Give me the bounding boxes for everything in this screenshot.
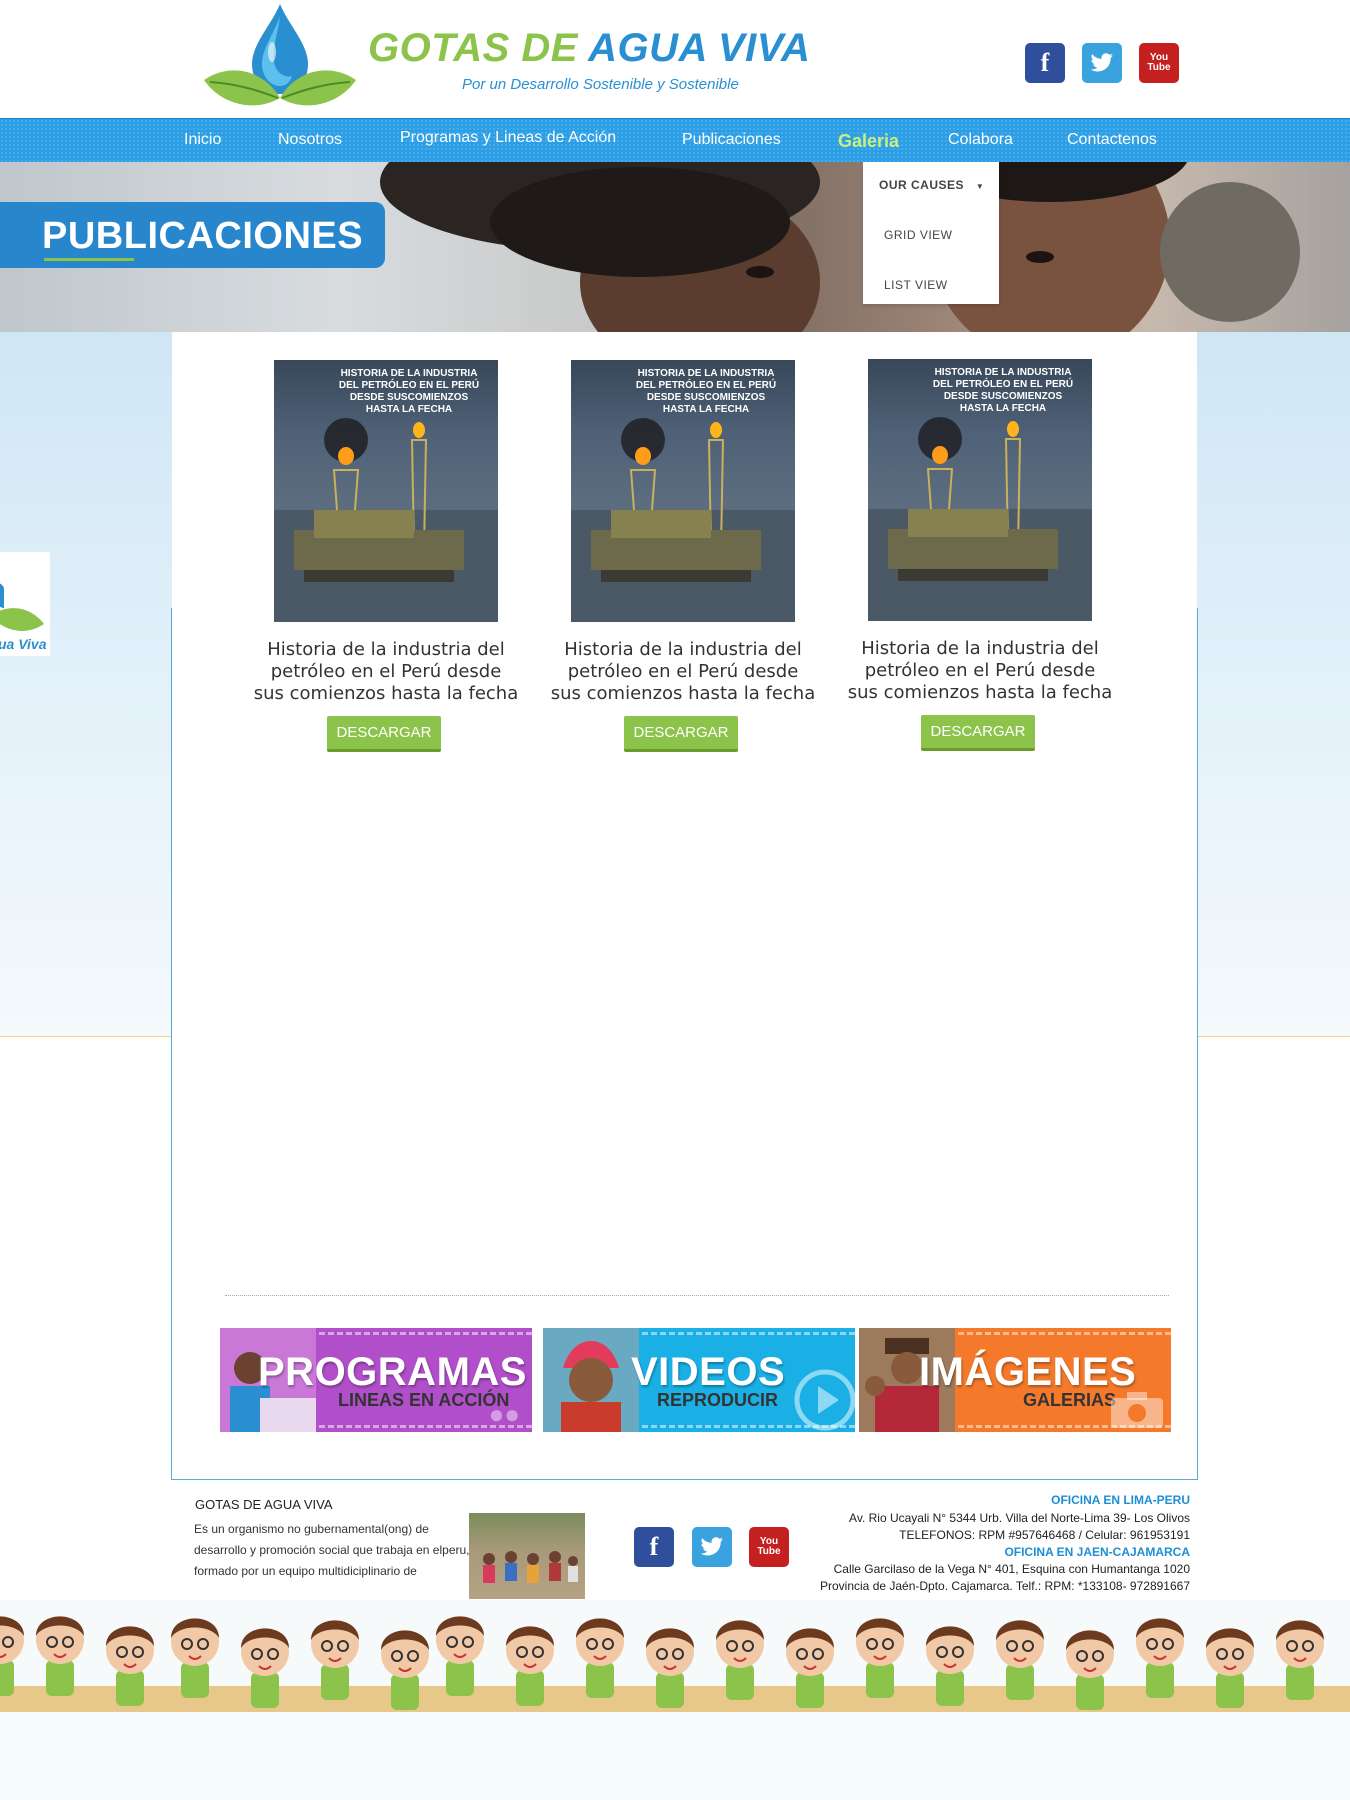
caret-down-icon: ▼ bbox=[975, 182, 985, 191]
site-tagline: Por un Desarrollo Sostenible y Sostenibl… bbox=[462, 76, 739, 93]
publication-title-line: sus comienzos hasta la fecha bbox=[847, 682, 1113, 703]
site-header: GOTAS DE AGUA VIVA Por un Desarrollo Sos… bbox=[0, 0, 1350, 118]
publication-title[interactable]: Historia de la industria del petróleo en… bbox=[543, 639, 823, 705]
publication-title[interactable]: Historia de la industria del petróleo en… bbox=[840, 638, 1120, 704]
publication-cover[interactable]: HISTORIA DE LA INDUSTRIA DEL PETRÓLEO EN… bbox=[571, 360, 795, 622]
office-jaen-phones: Provincia de Jaén-Dpto. Cajamarca. Telf.… bbox=[820, 1579, 1190, 1593]
download-button[interactable]: DESCARGAR bbox=[327, 716, 441, 752]
nav-colabora[interactable]: Colabora bbox=[948, 131, 1013, 149]
nav-contactenos[interactable]: Contactenos bbox=[1067, 131, 1157, 149]
footer-twitter-icon[interactable] bbox=[692, 1527, 732, 1567]
oil-platform-image bbox=[274, 418, 498, 622]
hero-banner: PUBLICACIONES bbox=[0, 162, 1350, 332]
youtube-line2: Tube bbox=[1147, 62, 1171, 73]
youtube-line2: Tube bbox=[757, 1546, 781, 1557]
banner-imagenes[interactable]: IMÁGENES GALERIAS bbox=[859, 1328, 1171, 1432]
people-icon: ●● bbox=[488, 1399, 520, 1429]
publication-title-line: petróleo en el Perú desde bbox=[567, 661, 799, 682]
dropdown-grid-view[interactable]: GRID VIEW bbox=[884, 228, 953, 242]
banner-programas-subtitle: LINEAS EN ACCIÓN bbox=[338, 1390, 510, 1410]
youtube-glyph: You Tube bbox=[1147, 53, 1170, 73]
side-logo-tab[interactable]: ua Viva bbox=[0, 552, 50, 656]
nav-nosotros[interactable]: Nosotros bbox=[278, 131, 342, 149]
water-drop-logo-icon[interactable] bbox=[200, 2, 360, 116]
banner-videos-subtitle: REPRODUCIR bbox=[657, 1390, 779, 1410]
site-title[interactable]: GOTAS DE AGUA VIVA bbox=[368, 26, 810, 71]
publication-title-line: sus comienzos hasta la fecha bbox=[253, 683, 519, 704]
twitter-icon[interactable] bbox=[1082, 43, 1122, 83]
youtube-icon[interactable]: You Tube bbox=[1139, 43, 1179, 83]
banner-photo-child bbox=[543, 1328, 639, 1432]
download-button[interactable]: DESCARGAR bbox=[624, 716, 738, 752]
banner-programas-title: PROGRAMAS bbox=[258, 1350, 527, 1394]
main-navigation: Inicio Nosotros Programas y Lineas de Ac… bbox=[0, 118, 1350, 162]
nav-inicio[interactable]: Inicio bbox=[184, 131, 221, 149]
publication-title-line: Historia de la industria del bbox=[861, 638, 1099, 659]
banner-imagenes-title: IMÁGENES bbox=[919, 1350, 1137, 1394]
site-title-part1: GOTAS DE bbox=[368, 26, 578, 70]
office-jaen-heading: OFICINA EN JAEN-CAJAMARCA bbox=[1004, 1545, 1190, 1559]
page-background-bottom bbox=[0, 1712, 1350, 1800]
galeria-dropdown-menu: OUR CAUSES ▼ GRID VIEW LIST VIEW bbox=[863, 162, 999, 304]
banner-programas[interactable]: PROGRAMAS LINEAS EN ACCIÓN ●● bbox=[220, 1328, 532, 1432]
title-underline bbox=[44, 258, 134, 261]
publication-title[interactable]: Historia de la industria del petróleo en… bbox=[246, 639, 526, 705]
nav-publicaciones[interactable]: Publicaciones bbox=[682, 131, 781, 149]
publication-cover[interactable]: HISTORIA DE LA INDUSTRIA DEL PETRÓLEO EN… bbox=[868, 359, 1092, 621]
publication-title-line: petróleo en el Perú desde bbox=[270, 661, 502, 682]
footer-photo-kids[interactable] bbox=[469, 1513, 585, 1599]
nav-programas[interactable]: Programas y Lineas de Acción bbox=[400, 129, 616, 147]
page-title: PUBLICACIONES bbox=[42, 215, 364, 257]
section-divider bbox=[225, 1295, 1169, 1296]
site-title-part2: AGUA VIVA bbox=[588, 26, 811, 70]
side-tab-text: ua Viva bbox=[0, 636, 47, 652]
banner-videos[interactable]: VIDEOS REPRODUCIR bbox=[543, 1328, 855, 1432]
dropdown-our-causes-label: OUR CAUSES bbox=[879, 178, 965, 192]
banner-imagenes-subtitle: GALERIAS bbox=[1023, 1390, 1117, 1410]
publication-title-line: petróleo en el Perú desde bbox=[864, 660, 1096, 681]
facebook-glyph: f bbox=[1040, 48, 1050, 77]
download-button[interactable]: DESCARGAR bbox=[921, 715, 1035, 751]
cartoon-kids-image bbox=[0, 1615, 1350, 1712]
publication-cover[interactable]: HISTORIA DE LA INDUSTRIA DEL PETRÓLEO EN… bbox=[274, 360, 498, 622]
dropdown-our-causes[interactable]: OUR CAUSES ▼ bbox=[879, 178, 984, 192]
oil-platform-image bbox=[868, 417, 1092, 621]
play-icon bbox=[794, 1369, 855, 1431]
footer-facebook-icon[interactable]: f bbox=[634, 1527, 674, 1567]
youtube-glyph: You Tube bbox=[757, 1537, 780, 1557]
banner-videos-title: VIDEOS bbox=[631, 1350, 786, 1394]
page-title-box: PUBLICACIONES bbox=[0, 202, 385, 268]
office-lima-phones: TELEFONOS: RPM #957646468 / Celular: 961… bbox=[899, 1528, 1190, 1542]
facebook-glyph: f bbox=[649, 1532, 659, 1561]
footer-youtube-icon[interactable]: You Tube bbox=[749, 1527, 789, 1567]
office-lima-heading: OFICINA EN LIMA-PERU bbox=[1051, 1493, 1190, 1507]
facebook-icon[interactable]: f bbox=[1025, 43, 1065, 83]
oil-platform-image bbox=[571, 418, 795, 622]
dropdown-list-view[interactable]: LIST VIEW bbox=[884, 278, 948, 292]
publication-title-line: sus comienzos hasta la fecha bbox=[550, 683, 816, 704]
footer-photo-image bbox=[483, 1551, 578, 1583]
kids-illustration-strip bbox=[0, 1600, 1350, 1712]
office-lima-address: Av. Rio Ucayali N° 5344 Urb. Villa del N… bbox=[849, 1511, 1190, 1525]
footer-description: Es un organismo no gubernamental(ong) de… bbox=[194, 1522, 470, 1578]
footer-title: GOTAS DE AGUA VIVA bbox=[195, 1497, 333, 1512]
publication-title-line: Historia de la industria del bbox=[267, 639, 505, 660]
office-jaen-address: Calle Garcilaso de la Vega N° 401, Esqui… bbox=[833, 1562, 1190, 1576]
publication-title-line: Historia de la industria del bbox=[564, 639, 802, 660]
camera-icon bbox=[1111, 1392, 1163, 1428]
nav-galeria[interactable]: Galeria bbox=[838, 131, 899, 152]
